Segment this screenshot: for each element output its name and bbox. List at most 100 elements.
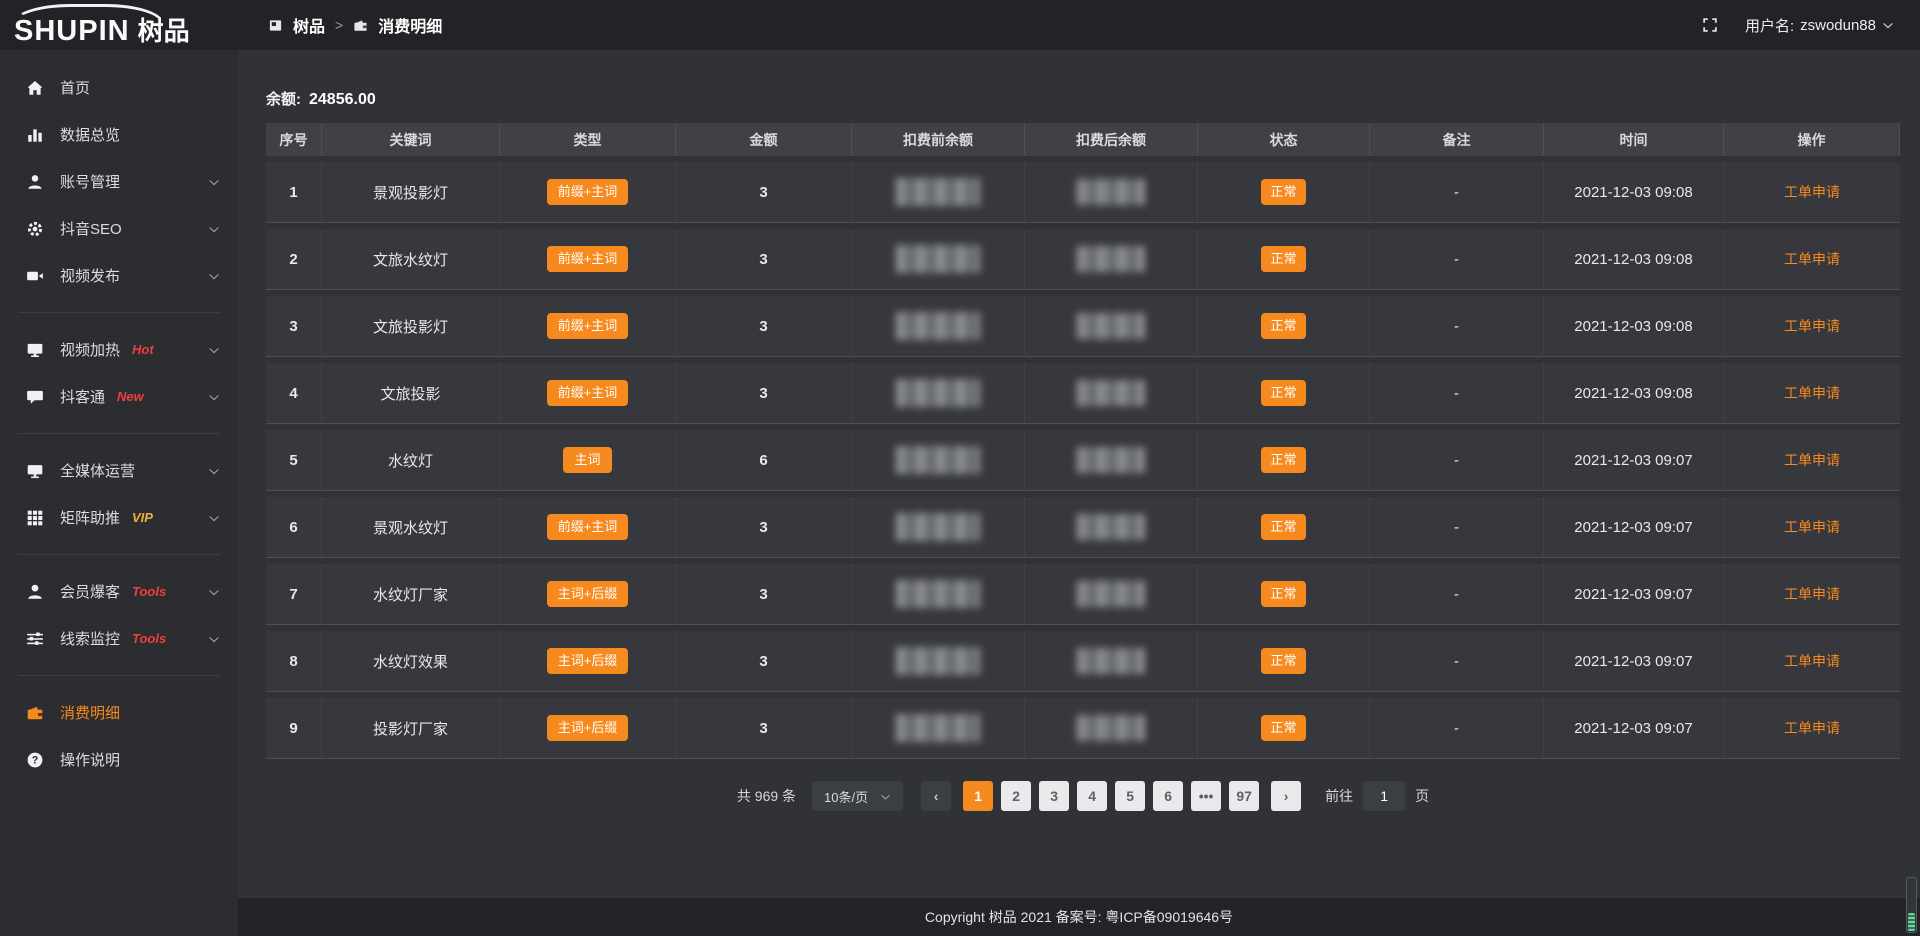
next-page-button[interactable]: › <box>1271 781 1301 811</box>
goto-label: 前往 <box>1325 786 1353 806</box>
page-button[interactable]: 97 <box>1229 781 1259 811</box>
scrollbar-thumb[interactable] <box>1908 913 1915 931</box>
sidebar-item[interactable]: 消费明细 <box>0 689 238 736</box>
cell-time: 2021-12-03 09:07 <box>1544 631 1724 692</box>
cell-balance-after <box>1025 296 1198 357</box>
sidebar-item[interactable]: 数据总览 <box>0 111 238 158</box>
monitor-icon <box>26 462 44 480</box>
cell-status: 正常 <box>1198 363 1370 424</box>
cell-index: 2 <box>266 229 322 290</box>
ticket-apply-link[interactable]: 工单申请 <box>1784 586 1840 602</box>
sidebar-item[interactable]: 账号管理 <box>0 158 238 205</box>
cell-index: 9 <box>266 698 322 759</box>
sidebar-item[interactable] <box>18 433 220 434</box>
username-label: 用户名: <box>1745 15 1794 36</box>
ticket-apply-link[interactable]: 工单申请 <box>1784 720 1840 736</box>
sidebar-item[interactable] <box>18 675 220 676</box>
balance-value: 24856.00 <box>309 91 376 109</box>
sidebar-item[interactable] <box>18 312 220 313</box>
ticket-apply-link[interactable]: 工单申请 <box>1784 519 1840 535</box>
cell-status: 正常 <box>1198 162 1370 223</box>
cell-type: 主词+后缀 <box>500 698 676 759</box>
sidebar-item[interactable]: 会员爆客 Tools <box>0 568 238 615</box>
sidebar-item[interactable]: 抖客通 New <box>0 373 238 420</box>
sidebar-item[interactable]: 全媒体运营 <box>0 447 238 494</box>
page-button[interactable]: ••• <box>1191 781 1221 811</box>
logo-arc <box>12 4 164 24</box>
wallet-icon <box>26 704 44 722</box>
masked-value <box>1077 581 1145 607</box>
masked-value <box>896 647 980 675</box>
sidebar-item-tag: Hot <box>132 342 154 357</box>
cell-balance-after <box>1025 162 1198 223</box>
cell-status: 正常 <box>1198 631 1370 692</box>
table-column-header: 类型 <box>500 123 676 156</box>
ticket-apply-link[interactable]: 工单申请 <box>1784 318 1840 334</box>
page-button[interactable]: 4 <box>1077 781 1107 811</box>
cell-status: 正常 <box>1198 430 1370 491</box>
masked-value <box>1077 648 1145 674</box>
cell-balance-after <box>1025 229 1198 290</box>
sidebar-item[interactable]: 线索监控 Tools <box>0 615 238 662</box>
sidebar-item[interactable]: 抖音SEO <box>0 205 238 252</box>
ticket-apply-link[interactable]: 工单申请 <box>1784 653 1840 669</box>
cell-time: 2021-12-03 09:08 <box>1544 296 1724 357</box>
goto-page-input[interactable] <box>1363 781 1405 811</box>
page-button[interactable]: 5 <box>1115 781 1145 811</box>
breadcrumb-root[interactable]: 树品 <box>293 13 325 37</box>
video-icon <box>26 267 44 285</box>
fullscreen-icon[interactable] <box>1701 16 1719 34</box>
cell-index: 6 <box>266 497 322 558</box>
page-button[interactable]: 1 <box>963 781 993 811</box>
sidebar-item[interactable]: 首页 <box>0 64 238 111</box>
page-button[interactable]: 3 <box>1039 781 1069 811</box>
ticket-apply-link[interactable]: 工单申请 <box>1784 251 1840 267</box>
cell-balance-before <box>852 162 1025 223</box>
home-icon <box>26 79 44 97</box>
sidebar-item[interactable]: 视频加热 Hot <box>0 326 238 373</box>
ticket-apply-link[interactable]: 工单申请 <box>1784 385 1840 401</box>
main-area: 余额: 24856.00 序号 关键词 类型 金额 <box>238 50 1920 936</box>
masked-value <box>1077 179 1145 205</box>
sidebar-item-label: 视频发布 <box>60 265 120 286</box>
table-column-header: 序号 <box>266 123 322 156</box>
table-row: 4 文旅投影 前缀+主词 3 正常 - 2021-12-03 09:08 工单申… <box>266 363 1900 424</box>
cell-balance-before <box>852 564 1025 625</box>
table-column-header: 扣费前余额 <box>852 123 1025 156</box>
sidebar-item[interactable]: 视频发布 <box>0 252 238 299</box>
page-button[interactable]: 2 <box>1001 781 1031 811</box>
sidebar-item-label: 抖音SEO <box>60 218 122 239</box>
cell-remark: - <box>1370 631 1544 692</box>
ticket-apply-link[interactable]: 工单申请 <box>1784 452 1840 468</box>
page-size-select[interactable]: 10条/页 <box>812 781 903 811</box>
ticket-apply-link[interactable]: 工单申请 <box>1784 184 1840 200</box>
status-badge: 正常 <box>1261 581 1305 607</box>
cell-type: 主词+后缀 <box>500 564 676 625</box>
balance-label: 余额: <box>266 88 301 109</box>
table-row: 9 投影灯厂家 主词+后缀 3 正常 - 2021-12-03 09:07 工单… <box>266 698 1900 759</box>
prev-page-button[interactable]: ‹ <box>921 781 951 811</box>
sidebar-item[interactable]: ? 操作说明 <box>0 736 238 783</box>
masked-value <box>1077 380 1145 406</box>
user-menu[interactable]: 用户名: zswodun88 <box>1745 15 1894 36</box>
status-badge: 正常 <box>1261 648 1305 674</box>
page-button[interactable]: 6 <box>1153 781 1183 811</box>
svg-text:?: ? <box>32 754 39 766</box>
chevron-down-icon <box>208 512 220 524</box>
chevron-down-icon <box>208 391 220 403</box>
cell-type: 前缀+主词 <box>500 296 676 357</box>
sidebar-item[interactable] <box>18 554 220 555</box>
scrollbar[interactable] <box>1906 877 1917 933</box>
grid-icon <box>26 509 44 527</box>
status-badge: 正常 <box>1261 447 1305 473</box>
app-square-icon <box>268 18 283 33</box>
masked-value <box>896 379 980 407</box>
cell-amount: 6 <box>676 430 852 491</box>
sidebar-item[interactable]: 矩阵助推 VIP <box>0 494 238 541</box>
cell-action: 工单申请 <box>1724 497 1900 558</box>
sidebar-item-label: 账号管理 <box>60 171 120 192</box>
sidebar-item-label: 抖客通 <box>60 386 105 407</box>
cell-keyword: 水纹灯厂家 <box>322 564 500 625</box>
table-row: 5 水纹灯 主词 6 正常 - 2021-12-03 09:07 工单申请 <box>266 430 1900 491</box>
type-badge: 前缀+主词 <box>547 179 629 205</box>
